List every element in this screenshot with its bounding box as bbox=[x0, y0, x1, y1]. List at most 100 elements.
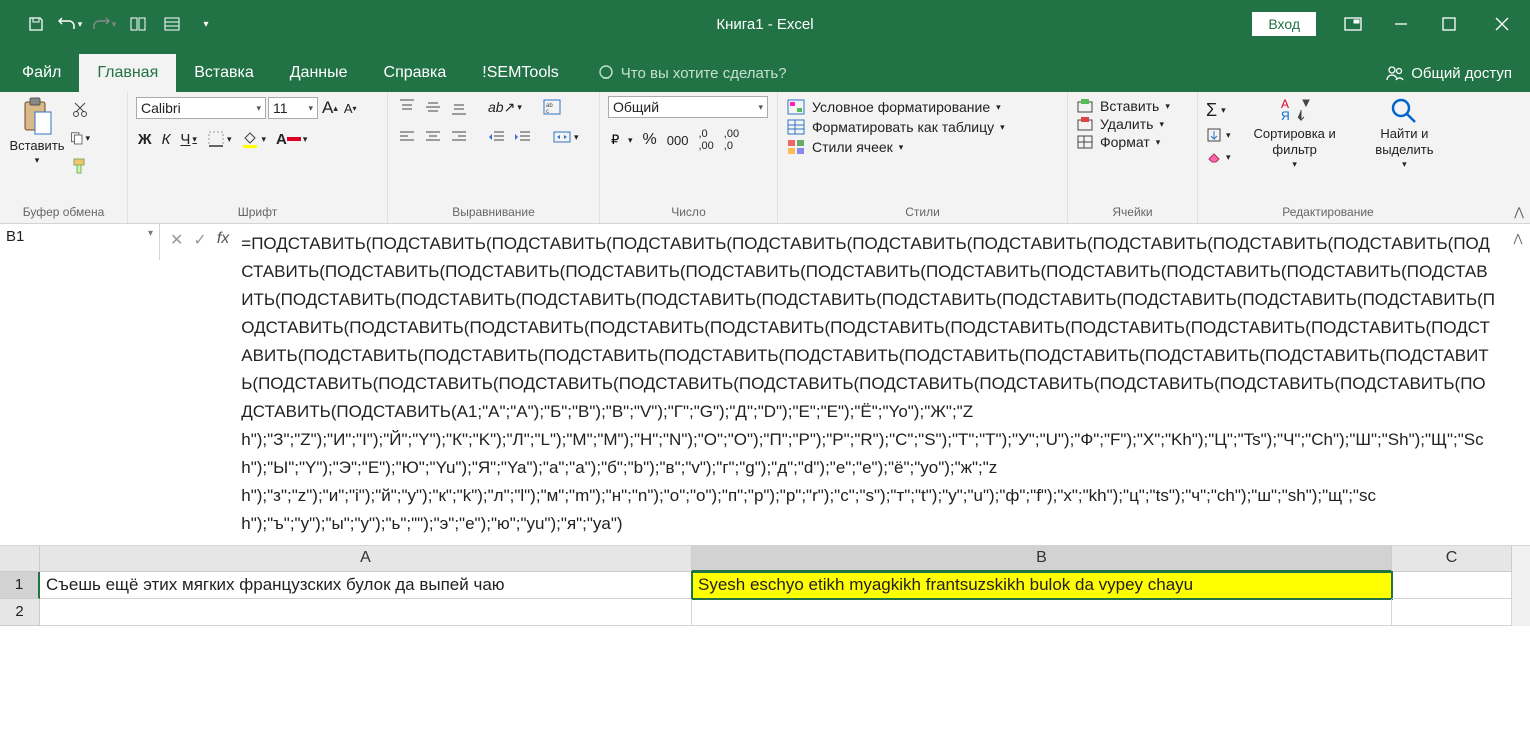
tab-help[interactable]: Справка bbox=[366, 54, 465, 92]
tab-semtools[interactable]: !SEMTools bbox=[464, 54, 576, 92]
svg-text:c: c bbox=[546, 109, 549, 115]
accounting-format-icon[interactable]: ₽▾ bbox=[608, 129, 635, 151]
group-number: Общий▾ ₽▾ % 000 ,0,00 ,00,0 Число bbox=[600, 92, 778, 223]
save-icon[interactable] bbox=[20, 10, 52, 38]
ribbon-display-icon[interactable] bbox=[1330, 10, 1376, 38]
font-name-combo[interactable]: Calibri▾ bbox=[136, 97, 266, 119]
cancel-formula-icon[interactable]: ✕ bbox=[170, 230, 183, 250]
clear-icon[interactable]: ▾ bbox=[1206, 149, 1231, 165]
decrease-font-icon[interactable]: A▾ bbox=[342, 99, 359, 118]
format-as-table-button[interactable]: Форматировать как таблицу▾ bbox=[786, 118, 1005, 136]
group-font: Calibri▾ 11▾ A▴ A▾ Ж К Ч▾ ▾ ▾ А▾ Шрифт bbox=[128, 92, 388, 223]
font-size-combo[interactable]: 11▾ bbox=[268, 97, 318, 119]
share-button[interactable]: Общий доступ bbox=[1385, 64, 1512, 82]
formula-input[interactable]: =ПОДСТАВИТЬ(ПОДСТАВИТЬ(ПОДСТАВИТЬ(ПОДСТА… bbox=[239, 224, 1506, 545]
column-header-a[interactable]: A bbox=[40, 546, 692, 572]
merge-center-icon[interactable]: ▾ bbox=[550, 126, 581, 148]
column-header-c[interactable]: C bbox=[1392, 546, 1512, 572]
orientation-icon[interactable]: ab↗▾ bbox=[486, 97, 524, 118]
cell-b1[interactable]: Syesh eschyo etikh myagkikh frantsuzskik… bbox=[692, 572, 1392, 599]
align-center-icon[interactable] bbox=[422, 126, 444, 148]
fx-icon[interactable]: fx bbox=[217, 230, 229, 248]
ribbon: Вставить ▾ ▾ Буфер обмена Calibri▾ 11▾ A… bbox=[0, 92, 1530, 224]
fill-icon[interactable]: ▾ bbox=[1206, 127, 1231, 143]
qat-custom1-icon[interactable] bbox=[122, 10, 154, 38]
group-clipboard: Вставить ▾ ▾ Буфер обмена bbox=[0, 92, 128, 223]
group-editing: Σ▾ ▾ ▾ АЯ Сортировка и фильтр▾ Найти и в… bbox=[1198, 92, 1458, 223]
tab-file[interactable]: Файл bbox=[0, 54, 79, 92]
font-color-icon[interactable]: А▾ bbox=[274, 129, 309, 150]
row-header-1[interactable]: 1 bbox=[0, 572, 40, 599]
number-format-combo[interactable]: Общий▾ bbox=[608, 96, 768, 118]
delete-cells-button[interactable]: Удалить▾ bbox=[1076, 116, 1164, 132]
qat-dropdown-icon[interactable]: ▾ bbox=[190, 10, 222, 38]
group-label-cells: Ячейки bbox=[1076, 203, 1189, 221]
underline-button[interactable]: Ч▾ bbox=[178, 129, 199, 150]
copy-icon[interactable]: ▾ bbox=[70, 128, 90, 148]
share-label: Общий доступ bbox=[1411, 65, 1512, 82]
align-right-icon[interactable] bbox=[448, 126, 470, 148]
group-label-clipboard: Буфер обмена bbox=[8, 203, 119, 221]
cell-styles-button[interactable]: Стили ячеек▾ bbox=[786, 138, 903, 156]
comma-format-icon[interactable]: 000 bbox=[665, 131, 691, 150]
paste-button[interactable]: Вставить ▾ bbox=[8, 96, 66, 166]
border-icon[interactable]: ▾ bbox=[205, 128, 234, 150]
tab-home[interactable]: Главная bbox=[79, 54, 176, 92]
svg-text:Я: Я bbox=[1281, 109, 1290, 123]
title-bar: ▾ ▾ ▾ Книга1 - Excel Вход bbox=[0, 0, 1530, 48]
group-label-editing: Редактирование bbox=[1206, 203, 1450, 221]
format-painter-icon[interactable] bbox=[70, 156, 90, 176]
cell-a1[interactable]: Съешь ещё этих мягких французских булок … bbox=[40, 572, 692, 599]
italic-button[interactable]: К bbox=[160, 129, 173, 150]
sort-filter-button[interactable]: АЯ Сортировка и фильтр▾ bbox=[1241, 96, 1349, 170]
quick-access-toolbar: ▾ ▾ ▾ bbox=[0, 10, 222, 38]
tab-data[interactable]: Данные bbox=[272, 54, 366, 92]
close-icon[interactable] bbox=[1474, 10, 1530, 38]
qat-custom2-icon[interactable] bbox=[156, 10, 188, 38]
tell-me-label: Что вы хотите сделать? bbox=[621, 65, 787, 82]
bold-button[interactable]: Ж bbox=[136, 129, 154, 150]
undo-icon[interactable]: ▾ bbox=[54, 10, 86, 38]
decrease-decimal-icon[interactable]: ,00,0 bbox=[722, 126, 741, 154]
fill-color-icon[interactable]: ▾ bbox=[239, 128, 268, 150]
ribbon-tabs: Файл Главная Вставка Данные Справка !SEM… bbox=[0, 48, 1530, 92]
confirm-formula-icon[interactable]: ✓ bbox=[193, 230, 206, 250]
login-button[interactable]: Вход bbox=[1252, 12, 1316, 36]
formula-bar-expand-icon[interactable]: ⋀ bbox=[1506, 224, 1530, 545]
name-box[interactable]: B1▾ bbox=[0, 224, 160, 260]
group-label-font: Шрифт bbox=[136, 203, 379, 221]
align-middle-icon[interactable] bbox=[422, 96, 444, 118]
collapse-ribbon-icon[interactable]: ⋀ bbox=[1514, 205, 1524, 219]
minimize-icon[interactable] bbox=[1378, 10, 1424, 38]
cut-icon[interactable] bbox=[70, 100, 90, 120]
insert-cells-button[interactable]: Вставить▾ bbox=[1076, 98, 1170, 114]
cell-c1[interactable] bbox=[1392, 572, 1512, 599]
align-left-icon[interactable] bbox=[396, 126, 418, 148]
increase-decimal-icon[interactable]: ,0,00 bbox=[696, 126, 715, 154]
align-bottom-icon[interactable] bbox=[448, 96, 470, 118]
percent-format-icon[interactable]: % bbox=[641, 129, 659, 151]
wrap-text-icon[interactable]: abc bbox=[540, 96, 564, 118]
row-header-2[interactable]: 2 bbox=[0, 599, 40, 626]
find-select-button[interactable]: Найти и выделить▾ bbox=[1359, 96, 1450, 170]
format-cells-button[interactable]: Формат▾ bbox=[1076, 134, 1160, 150]
redo-icon[interactable]: ▾ bbox=[88, 10, 120, 38]
cell-b2[interactable] bbox=[692, 599, 1392, 626]
group-label-alignment: Выравнивание bbox=[396, 203, 591, 221]
worksheet-grid: A B C 1 Съешь ещё этих мягких французски… bbox=[0, 546, 1530, 626]
autosum-icon[interactable]: Σ▾ bbox=[1206, 100, 1231, 121]
vertical-scrollbar[interactable] bbox=[1512, 546, 1530, 572]
increase-indent-icon[interactable] bbox=[512, 126, 534, 148]
group-label-styles: Стили bbox=[786, 203, 1059, 221]
increase-font-icon[interactable]: A▴ bbox=[320, 96, 340, 120]
tab-insert[interactable]: Вставка bbox=[176, 54, 271, 92]
cell-a2[interactable] bbox=[40, 599, 692, 626]
tell-me-search[interactable]: Что вы хотите сделать? bbox=[597, 64, 787, 92]
column-header-b[interactable]: B bbox=[692, 546, 1392, 572]
conditional-formatting-button[interactable]: Условное форматирование▾ bbox=[786, 98, 1001, 116]
maximize-icon[interactable] bbox=[1426, 10, 1472, 38]
select-all-corner[interactable] bbox=[0, 546, 40, 572]
cell-c2[interactable] bbox=[1392, 599, 1512, 626]
align-top-icon[interactable] bbox=[396, 96, 418, 118]
decrease-indent-icon[interactable] bbox=[486, 126, 508, 148]
